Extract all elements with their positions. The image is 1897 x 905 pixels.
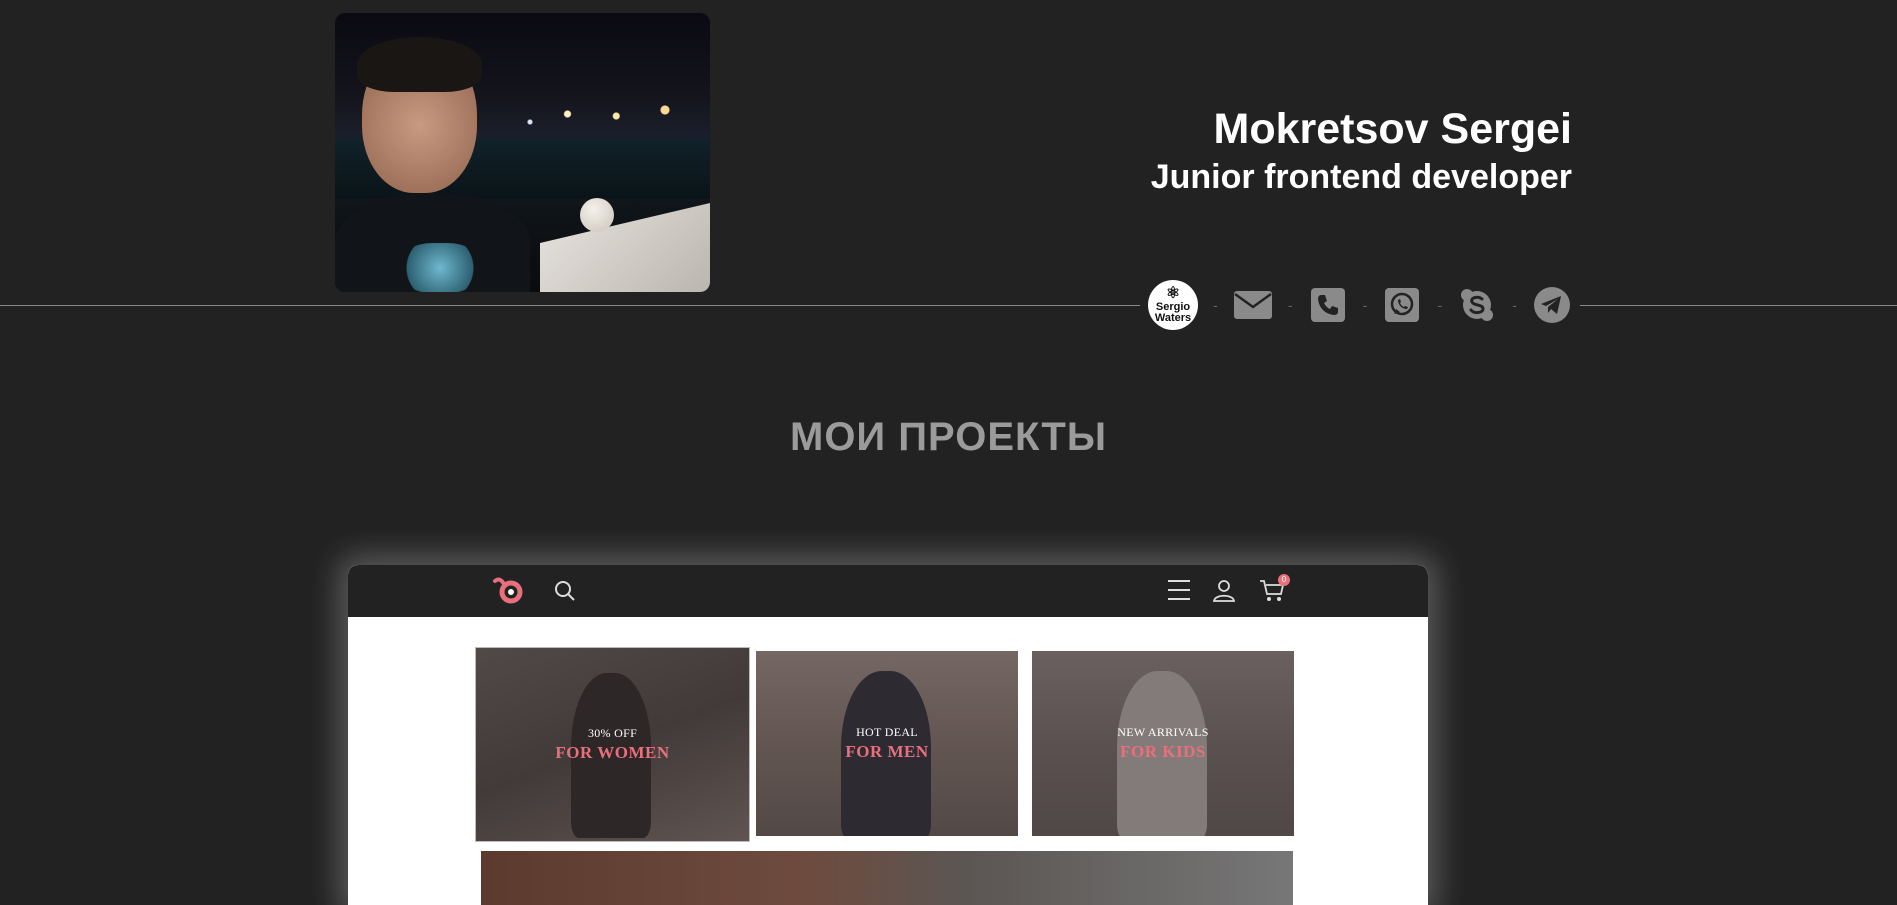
phone-icon <box>1310 288 1345 322</box>
profile-name: Mokretsov Sergei <box>1213 105 1572 153</box>
brand-logo-line2: Waters <box>1154 312 1192 324</box>
user-icon[interactable] <box>1212 578 1236 602</box>
project-preview[interactable]: 0 30% OFF FOR WOMEN HOT DEAL FOR MEN NEW… <box>348 565 1428 905</box>
promo-small-text: 30% OFF <box>587 726 638 740</box>
promo-row-2[interactable] <box>481 851 1293 905</box>
promo-big-text: FOR WOMEN <box>555 743 670 762</box>
menu-icon[interactable] <box>1166 577 1192 603</box>
preview-navbar: 0 <box>348 565 1428 617</box>
brand-logo[interactable]: ⚛ Sergio Waters <box>1148 280 1198 330</box>
promo-card-kids[interactable]: NEW ARRIVALS FOR KIDS <box>1032 651 1294 836</box>
promo-small-text: NEW ARRIVALS <box>1117 725 1209 739</box>
email-link[interactable] <box>1233 285 1273 325</box>
profile-photo <box>335 13 710 292</box>
separator: - <box>1287 297 1293 313</box>
header-divider <box>0 305 1897 306</box>
promo-card-women[interactable]: 30% OFF FOR WOMEN <box>475 647 750 842</box>
search-icon[interactable] <box>553 579 577 603</box>
whatsapp-link[interactable] <box>1382 285 1422 325</box>
contacts-bar: ⚛ Sergio Waters - - - - - <box>1140 280 1580 330</box>
telegram-icon <box>1533 287 1570 323</box>
photo-person-hair <box>357 37 482 92</box>
promo-big-text: FOR KIDS <box>1120 742 1206 761</box>
photo-railing-ball <box>580 198 614 232</box>
cart-badge: 0 <box>1278 574 1290 586</box>
photo-shirt-print <box>400 243 480 292</box>
shop-logo-icon[interactable] <box>492 575 526 605</box>
photo-railing <box>540 203 710 292</box>
atom-icon: ⚛ <box>1165 285 1181 302</box>
whatsapp-icon <box>1385 288 1420 322</box>
skype-icon <box>1461 289 1494 321</box>
skype-link[interactable] <box>1457 285 1497 325</box>
projects-title: МОИ ПРОЕКТЫ <box>790 415 1107 459</box>
promo-big-text: FOR MEN <box>845 742 929 761</box>
promo-small-text: HOT DEAL <box>856 725 918 739</box>
separator: - <box>1512 297 1517 313</box>
profile-role: Junior frontend developer <box>1150 158 1572 196</box>
separator: - <box>1437 297 1443 313</box>
phone-link[interactable] <box>1308 285 1348 325</box>
separator: - <box>1362 297 1368 313</box>
telegram-link[interactable] <box>1532 285 1572 325</box>
separator: - <box>1213 297 1218 313</box>
envelope-icon <box>1233 291 1272 319</box>
promo-card-men[interactable]: HOT DEAL FOR MEN <box>756 651 1018 836</box>
